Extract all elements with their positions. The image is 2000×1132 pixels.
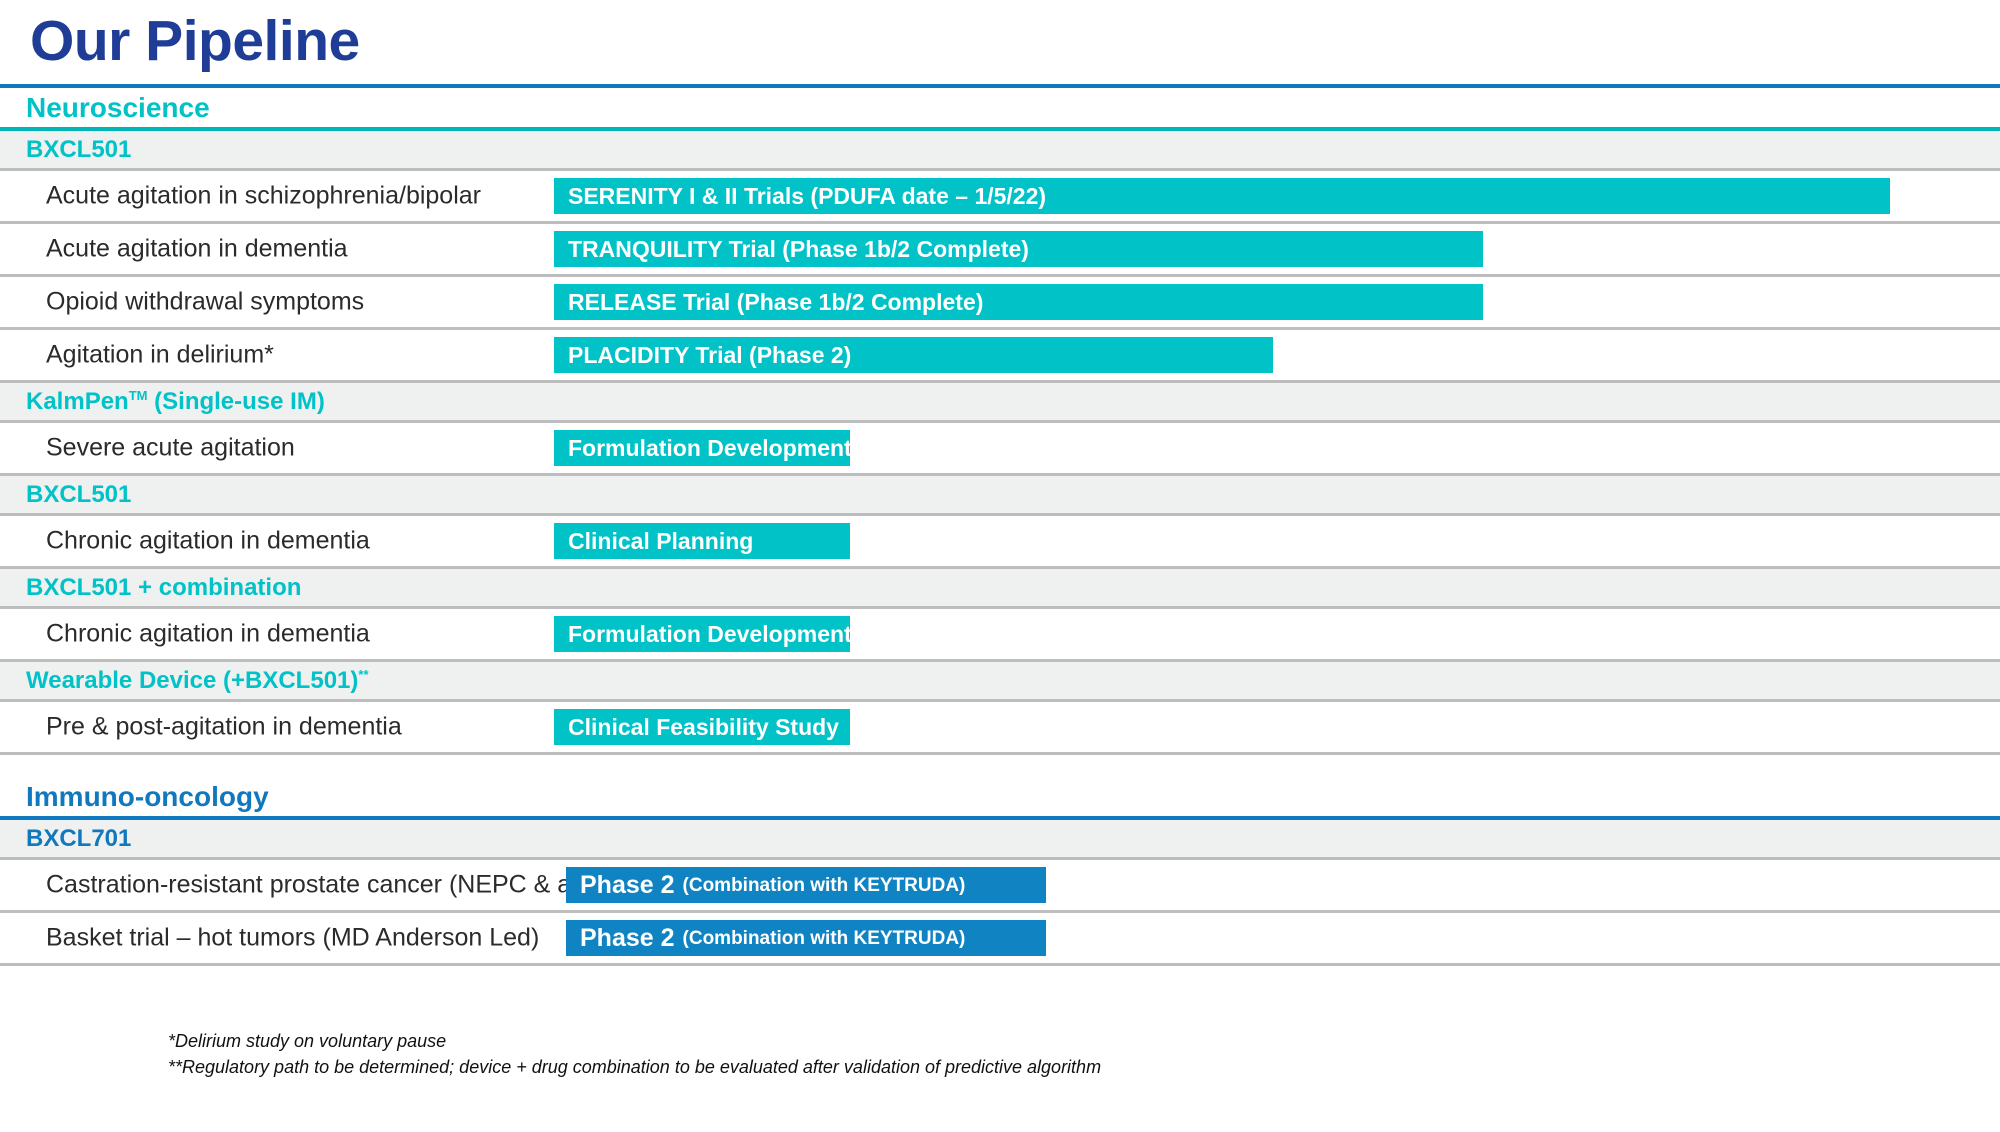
- status-bar[interactable]: Formulation Development: [554, 430, 852, 466]
- status-bar-label: PLACIDITY Trial (Phase 2): [568, 341, 852, 368]
- status-bar-label: Formulation Development: [568, 620, 852, 647]
- drug-group-header-wearable-device: Wearable Device (+BXCL501)**: [0, 662, 2000, 699]
- indication-label: Severe acute agitation: [46, 433, 295, 462]
- drug-name-base: KalmPen: [26, 387, 129, 415]
- pipeline-slide: Our Pipeline Neuroscience BXCL501 Acute …: [0, 0, 2000, 1132]
- status-bar-label: RELEASE Trial (Phase 1b/2 Complete): [568, 288, 984, 315]
- drug-name-label: BXCL501: [26, 480, 132, 508]
- therapy-area-row-immuno-oncology: Immuno-oncology: [0, 777, 2000, 816]
- status-bar[interactable]: PLACIDITY Trial (Phase 2): [554, 337, 1273, 373]
- drug-group-header-kalmpen: KalmPenTM (Single-use IM): [0, 383, 2000, 420]
- footnotes: *Delirium study on voluntary pause **Reg…: [168, 1028, 1101, 1080]
- status-bar-label: SERENITY I & II Trials (PDUFA date – 1/5…: [568, 182, 1047, 209]
- status-bar[interactable]: Clinical Planning: [554, 523, 850, 559]
- indication-row: Chronic agitation in dementia Formulatio…: [0, 609, 2000, 659]
- status-bar-label: Clinical Feasibility Study: [568, 713, 839, 740]
- status-bar[interactable]: Phase 2 (Combination with KEYTRUDA): [566, 920, 1046, 956]
- indication-row: Acute agitation in schizophrenia/bipolar…: [0, 171, 2000, 221]
- indication-label: Pre & post-agitation in dementia: [46, 712, 402, 741]
- drug-name-label: KalmPenTM (Single-use IM): [26, 388, 325, 416]
- status-bar-label: Formulation Development: [568, 434, 852, 461]
- drug-group-header-bxcl501-a: BXCL501: [0, 131, 2000, 168]
- status-bar-sublabel: (Combination with KEYTRUDA): [682, 874, 966, 896]
- status-bar[interactable]: RELEASE Trial (Phase 1b/2 Complete): [554, 284, 1483, 320]
- indication-label: Acute agitation in dementia: [46, 234, 348, 263]
- indication-label: Acute agitation in schizophrenia/bipolar: [46, 181, 481, 210]
- indication-row: Opioid withdrawal symptoms RELEASE Trial…: [0, 277, 2000, 327]
- status-bar-sublabel: (Combination with KEYTRUDA): [682, 927, 966, 949]
- page-title: Our Pipeline: [30, 9, 360, 73]
- indication-label: Basket trial – hot tumors (MD Anderson L…: [46, 923, 540, 952]
- status-bar[interactable]: Formulation Development: [554, 616, 852, 652]
- drug-group-header-bxcl701: BXCL701: [0, 820, 2000, 857]
- indication-label: Castration-resistant prostate cancer (NE…: [46, 870, 636, 899]
- status-bar[interactable]: TRANQUILITY Trial (Phase 1b/2 Complete): [554, 231, 1483, 267]
- drug-group-header-bxcl501-combination: BXCL501 + combination: [0, 569, 2000, 606]
- status-bar[interactable]: Phase 2 (Combination with KEYTRUDA): [566, 867, 1046, 903]
- indication-label: Chronic agitation in dementia: [46, 526, 370, 555]
- indication-row: Agitation in delirium* PLACIDITY Trial (…: [0, 330, 2000, 380]
- indication-row: Acute agitation in dementia TRANQUILITY …: [0, 224, 2000, 274]
- drug-name-tail: (Single-use IM): [147, 387, 325, 415]
- drug-group-header-bxcl501-b: BXCL501: [0, 476, 2000, 513]
- footnote-item: **Regulatory path to be determined; devi…: [168, 1057, 1102, 1078]
- trademark-superscript: TM: [128, 387, 148, 403]
- status-bar-label: Clinical Planning: [568, 527, 754, 554]
- drug-name-label: BXCL501 + combination: [26, 573, 302, 601]
- indication-row: Basket trial – hot tumors (MD Anderson L…: [0, 913, 2000, 963]
- status-bar[interactable]: SERENITY I & II Trials (PDUFA date – 1/5…: [554, 178, 1890, 214]
- indication-row: Pre & post-agitation in dementia Clinica…: [0, 702, 2000, 752]
- indication-label: Chronic agitation in dementia: [46, 619, 370, 648]
- indication-label: Opioid withdrawal symptoms: [46, 287, 365, 316]
- status-bar-label: TRANQUILITY Trial (Phase 1b/2 Complete): [568, 235, 1029, 262]
- status-bar[interactable]: Clinical Feasibility Study: [554, 709, 850, 745]
- drug-name-label: Wearable Device (+BXCL501)**: [26, 667, 369, 695]
- row-divider: [0, 963, 2000, 966]
- drug-name-label: BXCL701: [26, 824, 132, 852]
- therapy-area-row-neuroscience: Neuroscience: [0, 88, 2000, 127]
- pipeline-table: Neuroscience BXCL501 Acute agitation in …: [0, 88, 2000, 966]
- drug-name-base: Wearable Device (+BXCL501): [26, 666, 359, 694]
- status-bar-label: Phase 2: [580, 923, 675, 952]
- section-spacer: [0, 755, 2000, 777]
- indication-row: Chronic agitation in dementia Clinical P…: [0, 516, 2000, 566]
- drug-name-label: BXCL501: [26, 135, 132, 163]
- footnote-superscript: **: [358, 666, 369, 682]
- indication-label: Agitation in delirium*: [46, 340, 274, 369]
- footnote-item: *Delirium study on voluntary pause: [168, 1031, 447, 1051]
- status-bar-label: Phase 2: [580, 870, 675, 899]
- indication-row: Severe acute agitation Formulation Devel…: [0, 423, 2000, 473]
- indication-row: Castration-resistant prostate cancer (NE…: [0, 860, 2000, 910]
- therapy-area-label: Neuroscience: [26, 91, 210, 123]
- therapy-area-label: Immuno-oncology: [26, 780, 269, 812]
